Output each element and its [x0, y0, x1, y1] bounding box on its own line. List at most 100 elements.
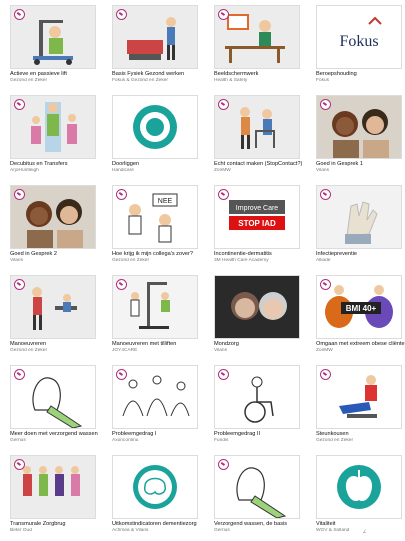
- completed-badge-icon: [218, 459, 229, 470]
- module-card[interactable]: Manoeuvreren Gezond en Zeker: [10, 275, 96, 361]
- module-row: Actieve en passieve lift Gezond en Zeker B…: [10, 5, 405, 91]
- module-card[interactable]: Écht contact maken (StopContact?) ZonMW: [214, 95, 302, 181]
- module-card[interactable]: Basis Fysiek Gezond werken Fokus & Gezond…: [112, 5, 198, 91]
- completed-badge-icon: [320, 99, 331, 110]
- module-card[interactable]: BMI 40+ Omgaan met extreem obese cliënten…: [316, 275, 405, 361]
- module-thumbnail[interactable]: [316, 455, 402, 519]
- module-provider: Alliade: [316, 258, 331, 263]
- module-thumbnail[interactable]: [10, 185, 96, 249]
- module-thumbnail[interactable]: [112, 275, 198, 339]
- module-title[interactable]: Incontinentie-dermatitis: [214, 251, 306, 258]
- module-provider: Gerrius: [10, 438, 26, 443]
- module-card[interactable]: Uitkomstindicatoren dementiezorg Achmea &…: [112, 455, 198, 541]
- module-title[interactable]: Steunkousen: [316, 431, 405, 438]
- module-provider: Health & Safety: [214, 78, 248, 83]
- module-thumbnail[interactable]: [10, 5, 96, 69]
- module-card[interactable]: Goed in Gesprek 2 Vilans: [10, 185, 96, 271]
- module-provider: ZonMW: [316, 348, 333, 353]
- module-card[interactable]: Probleemgedrag II Fundis: [214, 365, 300, 451]
- completed-badge-icon: [320, 189, 331, 200]
- module-card[interactable]: Doorliggen Handicare: [112, 95, 198, 181]
- module-title[interactable]: Manoeuvreren met tilliften: [112, 341, 204, 348]
- module-row: Goed in Gesprek 2 Vilans NEE Hoe krijg ik m…: [10, 185, 405, 271]
- completed-badge-icon: [320, 279, 331, 290]
- module-provider: ZonMW: [214, 168, 231, 173]
- module-title[interactable]: Goed in Gesprek 1: [316, 161, 405, 168]
- module-title[interactable]: Beroepshouding: [316, 71, 405, 78]
- module-thumbnail[interactable]: [10, 455, 96, 519]
- module-thumbnail[interactable]: [10, 95, 96, 159]
- module-thumbnail[interactable]: [112, 455, 198, 519]
- module-title[interactable]: Infectiepreventie: [316, 251, 405, 258]
- module-provider: Achmea & Vilans: [112, 528, 149, 533]
- module-thumbnail[interactable]: [316, 95, 402, 159]
- module-card[interactable]: Manoeuvreren met tilliften JOY4CARE: [112, 275, 198, 361]
- completed-badge-icon: [116, 279, 127, 290]
- module-card[interactable]: Beeldschermwerk Health & Safety: [214, 5, 300, 91]
- module-card[interactable]: NEE Hoe krijg ik mijn collega's zover? Gez…: [112, 185, 198, 271]
- module-thumbnail[interactable]: Improve Care STOP IAD: [214, 185, 300, 249]
- module-card[interactable]: Improve Care STOP IAD Incontinentie-dermat…: [214, 185, 300, 271]
- module-title[interactable]: Transmurale Zorgbrug: [10, 521, 102, 528]
- module-provider: Fokus: [316, 78, 330, 83]
- module-card[interactable]: Actieve en passieve lift Gezond en Zeker: [10, 5, 96, 91]
- thumbnail-text: Improve Care: [236, 205, 279, 212]
- module-title[interactable]: Uitkomstindicatoren dementiezorg: [112, 521, 204, 528]
- module-title[interactable]: Mondzorg: [214, 341, 306, 348]
- module-card[interactable]: Infectiepreventie Alliade: [316, 185, 402, 271]
- module-card[interactable]: Goed in Gesprek 1 Vilans: [316, 95, 402, 181]
- completed-badge-icon: [14, 369, 25, 380]
- module-provider: Gezond en Zeker: [10, 78, 48, 83]
- module-thumbnail[interactable]: [316, 185, 402, 249]
- completed-badge-icon: [14, 99, 25, 110]
- module-card[interactable]: Vitaliteit WGV & Solland: [316, 455, 402, 541]
- module-card[interactable]: Meer doen met verzorgend wassen Gerrius: [10, 365, 98, 451]
- module-card[interactable]: Probleemgedrag I Axoncontinu: [112, 365, 198, 451]
- module-thumbnail[interactable]: [112, 95, 198, 159]
- completed-badge-icon: [116, 369, 127, 380]
- module-thumbnail[interactable]: NEE: [112, 185, 198, 249]
- module-provider: Gezond en Zeker: [316, 438, 354, 443]
- module-title[interactable]: Beeldschermwerk: [214, 71, 306, 78]
- module-thumbnail[interactable]: [112, 365, 198, 429]
- module-provider: 3M Health Care Academy: [214, 258, 269, 263]
- module-title[interactable]: Meer doen met verzorgend wassen: [10, 431, 102, 438]
- module-card[interactable]: Steunkousen Gezond en Zeker: [316, 365, 402, 451]
- module-card[interactable]: Decubitus en Transfers ArjoHuntleigh: [10, 95, 96, 181]
- module-title[interactable]: Manoeuvreren: [10, 341, 102, 348]
- completed-badge-icon: [320, 369, 331, 380]
- module-title[interactable]: Probleemgedrag II: [214, 431, 306, 438]
- module-provider: Fokus & Gezond en Zeker: [112, 78, 168, 83]
- module-card[interactable]: Mondzorg Vilans: [214, 275, 300, 361]
- module-title[interactable]: Probleemgedrag I: [112, 431, 204, 438]
- thumbnail-text: STOP IAD: [238, 219, 276, 228]
- module-title[interactable]: Basis Fysiek Gezond werken: [112, 71, 204, 78]
- completed-badge-icon: [218, 9, 229, 20]
- module-provider: Vilans: [214, 348, 227, 353]
- module-thumbnail[interactable]: Fokus: [316, 5, 402, 69]
- module-provider: ArjoHuntleigh: [10, 168, 39, 173]
- module-title[interactable]: Verzorgend wassen, de basis: [214, 521, 306, 528]
- module-title[interactable]: Decubitus en Transfers: [10, 161, 102, 168]
- module-thumbnail[interactable]: [214, 365, 300, 429]
- module-thumbnail[interactable]: BMI 40+: [316, 275, 402, 339]
- module-card[interactable]: Fokus Beroepshouding Fokus: [316, 5, 402, 91]
- module-thumbnail[interactable]: [214, 5, 300, 69]
- module-title[interactable]: Actieve en passieve lift: [10, 71, 102, 78]
- module-thumbnail[interactable]: [10, 365, 96, 429]
- module-title[interactable]: Omgaan met extreem obese cliënten: [316, 341, 405, 348]
- module-thumbnail[interactable]: [10, 275, 96, 339]
- module-thumbnail[interactable]: [112, 5, 198, 69]
- module-row: Manoeuvreren Gezond en Zeker Manoeuvreren …: [10, 275, 405, 361]
- module-title[interactable]: Vitaliteit: [316, 521, 405, 528]
- module-card[interactable]: Transmurale Zorgbrug Beter Oud: [10, 455, 96, 541]
- module-thumbnail[interactable]: [214, 275, 300, 339]
- module-card[interactable]: Verzorgend wassen, de basis Gerrius: [214, 455, 300, 541]
- module-thumbnail[interactable]: [214, 95, 300, 159]
- module-thumbnail[interactable]: [316, 365, 402, 429]
- module-title[interactable]: Doorliggen: [112, 161, 204, 168]
- module-thumbnail[interactable]: [214, 455, 300, 519]
- module-title[interactable]: Goed in Gesprek 2: [10, 251, 102, 258]
- module-title[interactable]: Écht contact maken (StopContact?): [214, 161, 306, 168]
- module-title[interactable]: Hoe krijg ik mijn collega's zover?: [112, 251, 204, 258]
